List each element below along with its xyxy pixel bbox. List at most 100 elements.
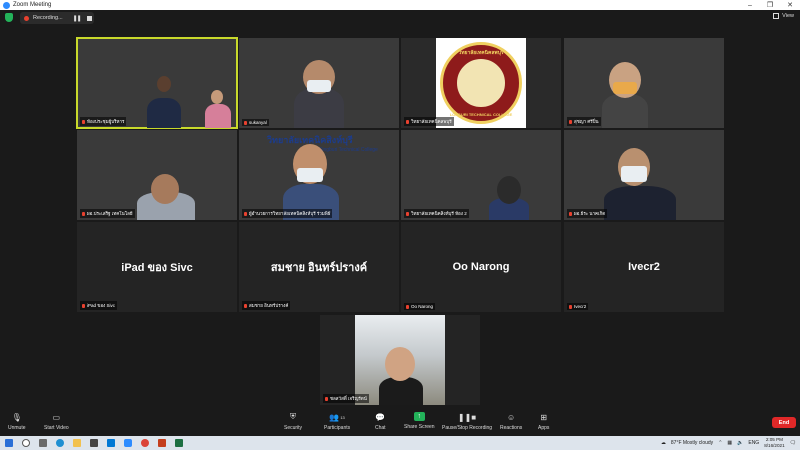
powerpoint-icon[interactable]	[158, 439, 166, 447]
file-explorer-icon[interactable]	[73, 439, 81, 447]
security-button[interactable]: ⛨ Security	[284, 412, 302, 431]
mail-icon[interactable]	[107, 439, 115, 447]
start-video-button[interactable]: ▭ Start Video	[44, 412, 69, 432]
muted-mic-icon	[569, 304, 572, 309]
participant-name-label: ผอ.ธีระ นาคเกิด	[567, 209, 608, 218]
unmute-button[interactable]: 🎙 Unmute	[8, 412, 26, 432]
participant-name-label: ผู้อำนวยการวิทยาลัยเทคนิคสิงห์บุรี ร่วมพ…	[242, 209, 333, 218]
share-screen-icon: ↑	[413, 412, 425, 421]
pause-recording-icon[interactable]: ❚❚	[73, 15, 82, 22]
apps-icon: ⊞	[540, 412, 548, 422]
video-tile[interactable]: Ivecr2 Ivecr2	[564, 222, 724, 312]
minimize-icon[interactable]: –	[740, 0, 760, 10]
participant-name-label: ผอ.ประเสริฐ เทคโนโลยี	[80, 209, 135, 218]
excel-icon[interactable]	[175, 439, 183, 447]
video-off-icon: ▭	[52, 412, 61, 422]
edge-browser-icon[interactable]	[56, 439, 64, 447]
video-tile[interactable]: ห้องประชุมผู้บริหาร	[76, 37, 238, 129]
task-view-icon[interactable]	[39, 439, 47, 447]
video-tile[interactable]: iPad ของ Sivc iPad ของ Sivc	[77, 222, 237, 312]
participant-name-label: ห้องประชุมผู้บริหาร	[80, 117, 127, 126]
notification-icon[interactable]: 🗨	[790, 440, 796, 446]
video-tile[interactable]: วิทยาลัยเทคนิคสิงห์บุรี ห้อง 2	[401, 130, 561, 220]
video-tile[interactable]: sukanyal	[239, 38, 399, 128]
participant-figure	[602, 94, 648, 128]
muted-mic-icon	[569, 211, 572, 216]
close-icon[interactable]: ✕	[780, 0, 800, 10]
network-icon[interactable]: ▦	[727, 440, 732, 446]
share-screen-button[interactable]: ↑ Share Screen	[404, 412, 435, 430]
participants-icon: 👥 13	[329, 412, 345, 422]
view-label: View	[782, 13, 794, 19]
seal-emblem	[455, 57, 507, 109]
search-icon[interactable]	[22, 439, 30, 447]
video-tile[interactable]: สุชญา ศรีปิ่น	[564, 38, 724, 128]
zoom-app-icon	[3, 1, 10, 9]
stop-recording-icon[interactable]	[86, 15, 92, 21]
participant-display-name: สมชาย อินทร์ปรางค์	[270, 262, 368, 274]
system-tray: ☁ 87°F Mostly cloudy ⌃ ▦ 🔈 ENG 2:05 PM 8…	[661, 436, 796, 450]
muted-mic-icon	[406, 211, 409, 216]
recording-indicator: Recording... ❚❚	[20, 12, 94, 24]
participant-name-label: สมชาย อินทร์ปรางค์	[242, 301, 291, 310]
grid-icon	[773, 13, 780, 19]
muted-mic-icon	[406, 304, 409, 309]
chat-icon: 💬	[375, 412, 386, 422]
video-tile[interactable]: ผอ.ประเสริฐ เทคโนโลยี	[77, 130, 237, 220]
apps-button[interactable]: ⊞ Apps	[538, 412, 549, 432]
face-mask	[297, 168, 323, 182]
video-tile[interactable]: ชลสวัสดิ์ เจริญรัตน์	[320, 315, 480, 405]
weather-icon: ☁	[660, 440, 666, 446]
face-mask	[621, 166, 647, 182]
weather-text[interactable]: 87°F Mostly cloudy	[671, 440, 713, 446]
video-tile[interactable]: วิทยาลัยเทคนิคสิงห์บุรี Singburi Technic…	[239, 130, 399, 220]
participant-head	[211, 90, 223, 104]
chevron-up-icon[interactable]: ⌃	[718, 440, 722, 446]
video-tile[interactable]: วิทยาลัยเทคนิคลพบุรี LOPBURI TECHNICAL C…	[401, 38, 561, 128]
reactions-button[interactable]: ☺ Reactions	[500, 412, 522, 432]
participant-name-label: วิทยาลัยเทคนิคลพบุรี	[404, 117, 454, 126]
participant-name-label: iPad ของ Sivc	[80, 301, 117, 310]
windows-start-icon[interactable]	[5, 439, 13, 447]
shield-icon[interactable]	[5, 13, 13, 22]
microphone-muted-icon: 🎙	[11, 412, 22, 422]
college-logo-background: วิทยาลัยเทคนิคลพบุรี LOPBURI TECHNICAL C…	[436, 38, 526, 128]
participant-video	[355, 315, 445, 405]
participant-figure	[604, 186, 676, 220]
muted-mic-icon	[82, 303, 85, 308]
participant-head	[385, 347, 415, 381]
participants-button[interactable]: 👥 13 Participants	[324, 412, 350, 432]
end-meeting-button[interactable]: End	[772, 417, 796, 428]
chrome-icon[interactable]	[141, 439, 149, 447]
volume-icon[interactable]: 🔈	[737, 440, 743, 446]
participant-figure	[294, 88, 344, 128]
muted-mic-icon	[82, 119, 85, 124]
pause-stop-icon: ❚❚■	[457, 412, 477, 422]
view-button[interactable]: View	[773, 13, 794, 19]
record-dot-icon	[24, 15, 29, 21]
pause-recording-button[interactable]: ❚❚■ Pause/Stop Recording	[442, 412, 492, 432]
participant-name-label: สุชญา ศรีปิ่น	[567, 117, 601, 126]
zoom-taskbar-icon[interactable]	[124, 439, 132, 447]
store-icon[interactable]	[90, 439, 98, 447]
language-indicator[interactable]: ENG	[748, 440, 759, 446]
video-tile[interactable]: Oo Narong Oo Narong	[401, 222, 561, 312]
window-title: Zoom Meeting	[13, 2, 52, 8]
video-tile[interactable]: ผอ.ธีระ นาคเกิด	[564, 130, 724, 220]
participant-display-name: iPad ของ Sivc	[121, 262, 193, 274]
participant-name-label: วิทยาลัยเทคนิคสิงห์บุรี ห้อง 2	[404, 209, 469, 218]
shield-security-icon: ⛨	[290, 412, 297, 421]
window-titlebar: Zoom Meeting – ❐ ✕	[0, 0, 800, 10]
banner-subtitle: Singburi Technical College	[319, 147, 378, 153]
reaction-smile-icon: ☺	[507, 412, 516, 422]
chat-button[interactable]: 💬 Chat	[375, 412, 386, 432]
windows-taskbar: ☁ 87°F Mostly cloudy ⌃ ▦ 🔈 ENG 2:05 PM 8…	[0, 436, 800, 450]
video-tile[interactable]: สมชาย อินทร์ปรางค์ สมชาย อินทร์ปรางค์	[239, 222, 399, 312]
taskbar-clock[interactable]: 2:05 PM 8/16/2021	[764, 437, 784, 449]
participant-display-name: Oo Narong	[452, 261, 510, 273]
participant-name-label: sukanyal	[242, 119, 269, 126]
restore-icon[interactable]: ❐	[760, 0, 780, 10]
muted-mic-icon	[325, 396, 328, 401]
participant-head	[497, 176, 521, 204]
participant-figure	[147, 98, 181, 128]
